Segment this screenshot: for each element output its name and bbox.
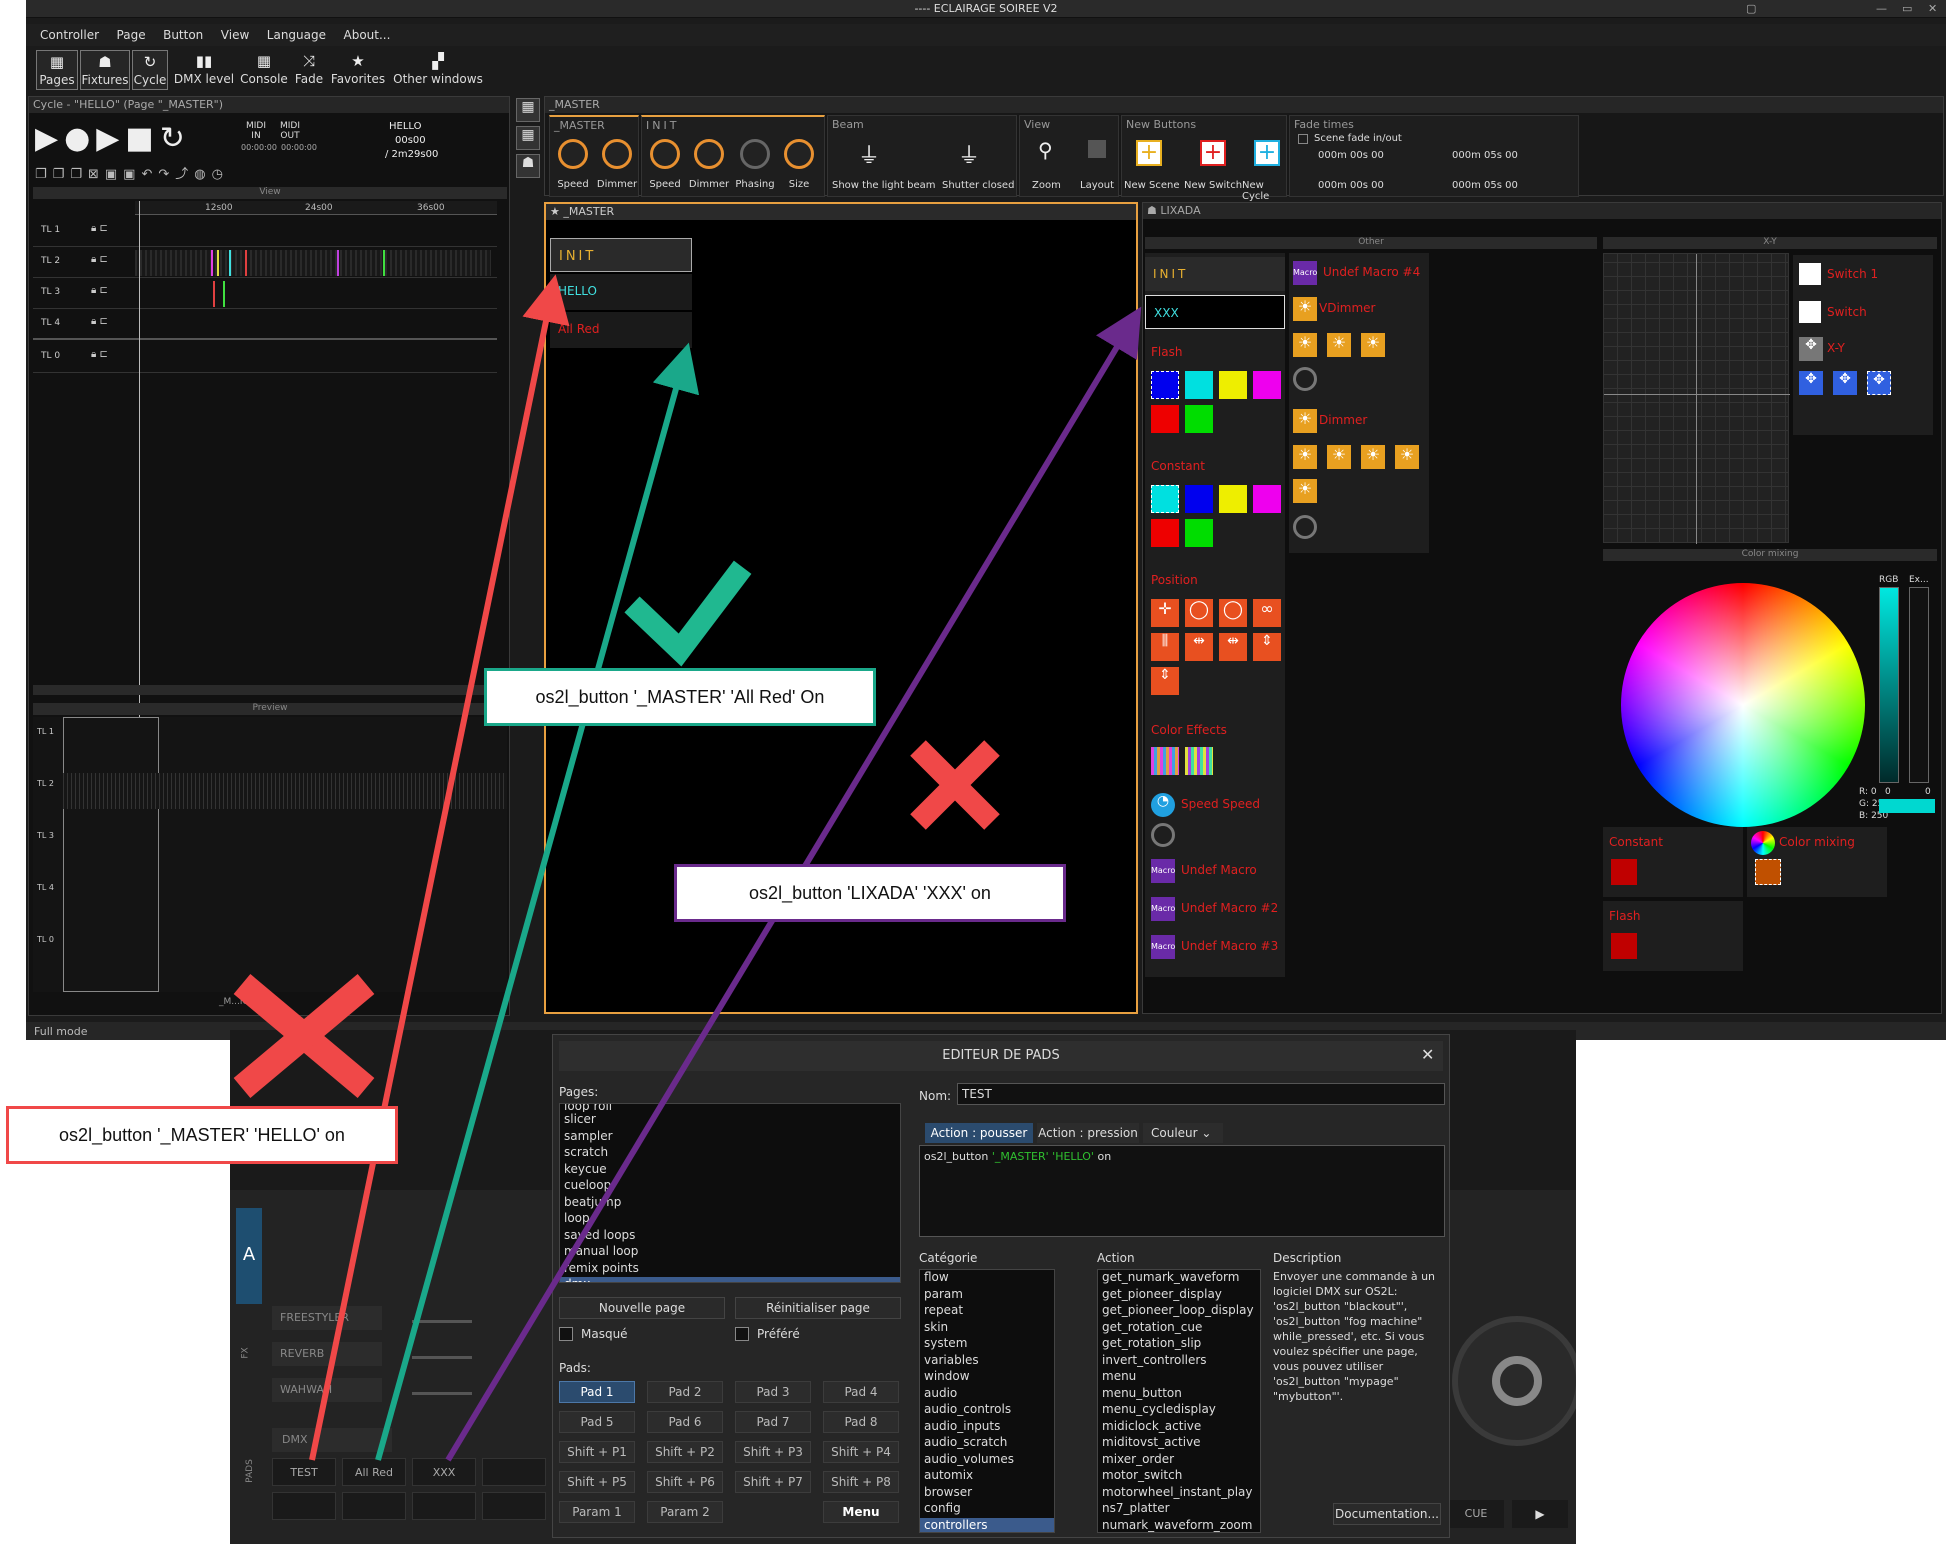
callout-all-red: os2l_button '_MASTER' 'All Red' On <box>484 668 876 726</box>
cross-icon-hello <box>233 974 375 1098</box>
checkmark-icon <box>624 560 752 667</box>
cross-icon-xxx <box>910 740 1000 830</box>
arrow-test-to-hello <box>309 274 570 1461</box>
callout-xxx: os2l_button 'LIXADA' 'XXX' on <box>674 864 1066 922</box>
callout-hello: os2l_button '_MASTER' 'HELLO' on <box>6 1106 398 1164</box>
annotation-layer <box>233 274 1142 1462</box>
